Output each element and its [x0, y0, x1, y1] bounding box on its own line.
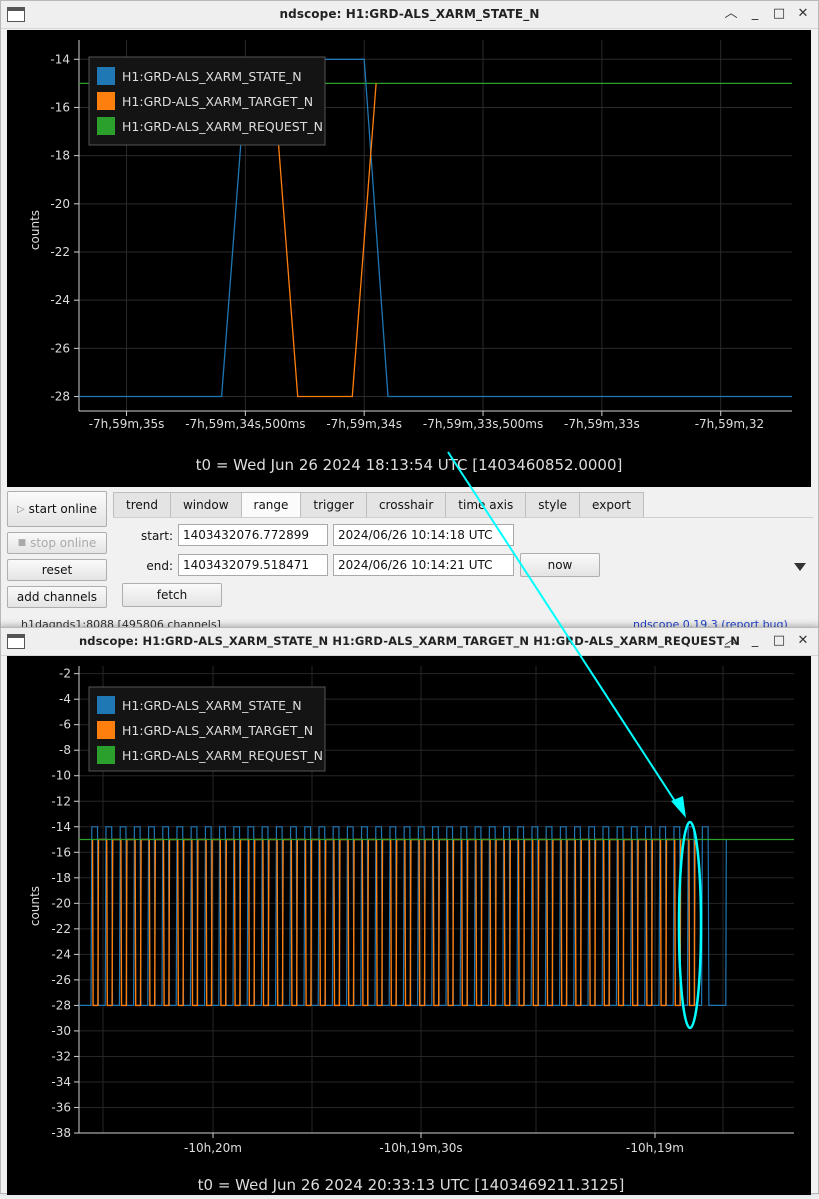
y-tick-label: -26: [50, 341, 70, 355]
legend-swatch-request: [97, 117, 115, 135]
x-tick-label: -7h,59m,35s: [89, 417, 165, 431]
y-tick-label: -22: [51, 922, 71, 936]
title-bar-bottom[interactable]: ndscope: H1:GRD-ALS_XARM_STATE_N H1:GRD-…: [1, 628, 818, 656]
maximize-icon[interactable]: □: [772, 5, 786, 23]
y-tick-label: -20: [50, 197, 70, 211]
y-tick-label: -20: [51, 896, 71, 910]
legend-item-request: H1:GRD-ALS_XARM_REQUEST_N: [122, 748, 323, 763]
tab-time-axis[interactable]: time axis: [445, 492, 526, 518]
legend-swatch-target: [97, 92, 115, 110]
start-gps-field[interactable]: 1403432076.772899: [178, 524, 328, 546]
close-icon[interactable]: ✕: [796, 632, 810, 650]
reset-button[interactable]: reset: [7, 559, 107, 581]
series-line: [79, 826, 727, 1006]
control-tabs: trend window range trigger crosshair tim…: [113, 492, 644, 518]
y-tick-label: -30: [51, 1024, 71, 1038]
tab-style[interactable]: style: [525, 492, 580, 518]
legend-swatch-state: [97, 696, 115, 714]
start-online-button[interactable]: ▷ start online: [7, 491, 107, 527]
y-tick-label: -10: [51, 769, 71, 783]
plot-area-bottom[interactable]: -2 -4 -6 -8 -10 -12 -14 -16 -18 -20 -22 -24 -26 -28 -3…: [7, 656, 811, 1195]
y-tick-label: -22: [50, 245, 70, 259]
t0-label-bottom: t0 = Wed Jun 26 2024 20:33:13 UTC [14034…: [198, 1176, 625, 1194]
tab-range[interactable]: range: [240, 492, 301, 518]
end-gps-field[interactable]: 1403432079.518471: [178, 554, 328, 576]
ndscope-window-top: ndscope: H1:GRD-ALS_XARM_STATE_N ︿ _ □ ✕…: [0, 0, 819, 640]
y-tick-label: -16: [50, 100, 70, 114]
y-tick-label: -16: [51, 845, 71, 859]
tab-crosshair[interactable]: crosshair: [365, 492, 446, 518]
minimize-icon[interactable]: _: [748, 632, 762, 650]
y-axis-label: counts: [28, 210, 42, 250]
stop-online-button[interactable]: ■ stop online: [7, 532, 107, 554]
chevron-up-icon[interactable]: ︿: [724, 632, 738, 650]
now-button[interactable]: now: [520, 553, 600, 577]
expand-panel-icon[interactable]: [794, 563, 806, 571]
y-tick-label: -2: [59, 667, 71, 681]
tab-window[interactable]: window: [169, 492, 241, 518]
window-title-bottom: ndscope: H1:GRD-ALS_XARM_STATE_N H1:GRD-…: [78, 634, 741, 648]
plot-area-top[interactable]: -14 -16 -18 -20 -22 -24 -26 -28 -7h,59m,35s -7h,…: [7, 30, 811, 487]
start-label: start:: [141, 529, 173, 543]
title-bar[interactable]: ndscope: H1:GRD-ALS_XARM_STATE_N ︿ _ □ ✕: [1, 1, 818, 29]
chart-top: -14 -16 -18 -20 -22 -24 -26 -28 -7h,59m,35s -7h,…: [28, 40, 792, 474]
legend-swatch-target: [97, 721, 115, 739]
window-title: ndscope: H1:GRD-ALS_XARM_STATE_N: [279, 7, 540, 21]
x-tick-label: -7h,59m,34s,500ms: [185, 417, 305, 431]
end-utc-field[interactable]: 2024/06/26 10:14:21 UTC: [333, 554, 514, 576]
y-tick-label: -24: [50, 293, 70, 307]
legend-item-state: H1:GRD-ALS_XARM_STATE_N: [122, 69, 302, 84]
y-tick-label: -36: [51, 1100, 71, 1114]
maximize-icon[interactable]: □: [772, 632, 786, 650]
tab-export[interactable]: export: [579, 492, 644, 518]
y-tick-label: -18: [50, 149, 70, 163]
fetch-button[interactable]: fetch: [122, 583, 222, 607]
y-tick-label: -28: [50, 390, 70, 404]
y-tick-label: -34: [51, 1075, 71, 1089]
minimize-icon[interactable]: _: [748, 5, 762, 23]
legend-item-target: H1:GRD-ALS_XARM_TARGET_N: [122, 723, 313, 738]
tab-trend[interactable]: trend: [113, 492, 170, 518]
ndscope-window-bottom: ndscope: H1:GRD-ALS_XARM_STATE_N H1:GRD-…: [0, 627, 819, 1195]
legend: H1:GRD-ALS_XARM_STATE_N H1:GRD-ALS_XARM_…: [88, 56, 326, 146]
legend-swatch-request: [97, 746, 115, 764]
y-tick-label: -4: [59, 692, 71, 706]
y-tick-label: -28: [51, 998, 71, 1012]
y-tick-label: -26: [51, 973, 71, 987]
y-tick-label: -14: [50, 52, 70, 66]
play-icon: ▷: [16, 503, 25, 515]
close-icon[interactable]: ✕: [796, 5, 810, 23]
legend-item-state: H1:GRD-ALS_XARM_STATE_N: [122, 698, 302, 713]
legend-bottom: H1:GRD-ALS_XARM_STATE_N H1:GRD-ALS_XARM_…: [88, 686, 326, 772]
y-tick-label: -38: [51, 1126, 71, 1140]
y-tick-label: -32: [51, 1049, 71, 1063]
chart-bottom: -2 -4 -6 -8 -10 -12 -14 -16 -18 -20 -22 -24 -26 -28 -3…: [28, 666, 794, 1194]
add-channels-button[interactable]: add channels: [7, 586, 107, 608]
end-label: end:: [146, 559, 173, 573]
x-tick-label: -7h,59m,33s,500ms: [423, 417, 543, 431]
legend-swatch-state: [97, 67, 115, 85]
y-tick-label: -14: [51, 820, 71, 834]
stop-icon: ■: [17, 538, 27, 548]
x-tick-label: -7h,59m,32: [695, 417, 764, 431]
legend-item-target: H1:GRD-ALS_XARM_TARGET_N: [122, 94, 313, 109]
y-tick-label: -18: [51, 871, 71, 885]
x-tick-label: -7h,59m,33s: [564, 417, 640, 431]
x-tick-label: -7h,59m,34s: [326, 417, 402, 431]
x-tick-label: -10h,19m: [626, 1141, 684, 1155]
y-tick-label: -8: [59, 743, 71, 757]
chevron-up-icon[interactable]: ︿: [724, 5, 738, 23]
x-tick-label: -10h,19m,30s: [379, 1141, 462, 1155]
y-tick-label: -24: [51, 947, 71, 961]
y-tick-label: -6: [59, 718, 71, 732]
y-tick-label: -12: [51, 794, 71, 808]
tab-trigger[interactable]: trigger: [300, 492, 366, 518]
start-utc-field[interactable]: 2024/06/26 10:14:18 UTC: [333, 524, 514, 546]
t0-label: t0 = Wed Jun 26 2024 18:13:54 UTC [14034…: [196, 456, 623, 474]
y-axis-label-bottom: counts: [28, 886, 42, 926]
legend-item-request: H1:GRD-ALS_XARM_REQUEST_N: [122, 119, 323, 134]
x-tick-label: -10h,20m: [184, 1141, 242, 1155]
